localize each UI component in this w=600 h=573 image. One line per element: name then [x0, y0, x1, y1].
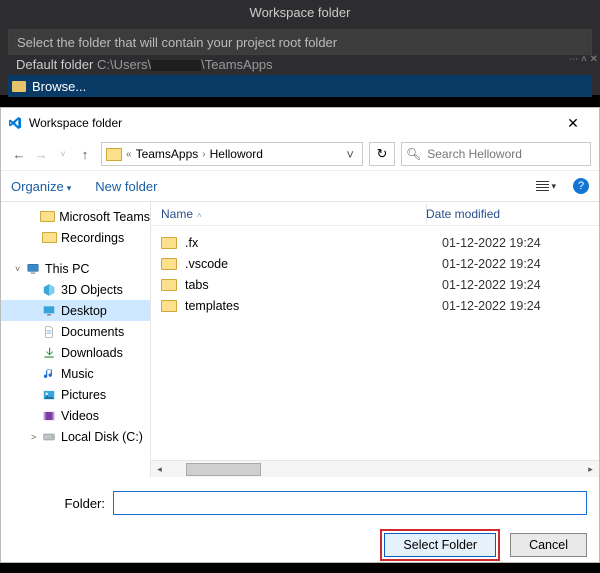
search-placeholder: Search Helloword [427, 147, 522, 161]
tree-item-downloads[interactable]: >Downloads [1, 342, 150, 363]
refresh-button[interactable]: ↻ [369, 142, 395, 166]
folder-icon [161, 237, 177, 249]
default-path-post: \TeamsApps [201, 57, 273, 72]
tree-item-music[interactable]: >Music [1, 363, 150, 384]
nav-tree[interactable]: >Microsoft Teams>Recordings ˅This PC>3D O… [1, 202, 151, 477]
tree-item-3d-objects[interactable]: >3D Objects [1, 279, 150, 300]
folder-dialog: Workspace folder ✕ ← → ˅ ↑ « TeamsApps ›… [0, 107, 600, 563]
vscode-browse-row[interactable]: Browse... [8, 75, 592, 97]
redacted-username [151, 60, 201, 71]
search-box[interactable]: 🔍︎ Search Helloword [401, 142, 591, 166]
folder-icon [106, 148, 122, 161]
select-folder-highlight: Select Folder [380, 529, 500, 561]
file-row[interactable]: tabs01-12-2022 19:24 [161, 274, 599, 295]
folder-icon [161, 258, 177, 270]
vscode-prompt: Select the folder that will contain your… [8, 29, 592, 55]
up-button[interactable]: ↑ [75, 144, 95, 164]
tree-item-videos[interactable]: >Videos [1, 405, 150, 426]
tree-item-pictures[interactable]: >Pictures [1, 384, 150, 405]
dialog-title-bar: Workspace folder ✕ [1, 108, 599, 138]
vscode-icon [7, 115, 23, 131]
search-icon: 🔍︎ [406, 147, 421, 161]
tree-item-local-disk-c-[interactable]: >Local Disk (C:) [1, 426, 150, 447]
folder-label: Folder: [13, 496, 113, 511]
new-folder-button[interactable]: New folder [95, 179, 157, 194]
column-headers: Name˄ Date modified [151, 202, 599, 226]
scroll-left[interactable]: ◂ [151, 462, 168, 477]
folder-icon [161, 300, 177, 312]
col-name[interactable]: Name˄ [161, 207, 426, 221]
default-folder-label: Default folder [16, 57, 93, 72]
scroll-right[interactable]: ▸ [582, 462, 599, 477]
col-date[interactable]: Date modified [426, 207, 566, 221]
scroll-thumb[interactable] [186, 463, 261, 476]
file-list[interactable]: .fx01-12-2022 19:24.vscode01-12-2022 19:… [151, 226, 599, 460]
tree-item-documents[interactable]: >Documents [1, 321, 150, 342]
select-folder-button[interactable]: Select Folder [384, 533, 496, 557]
organize-menu[interactable]: Organize [11, 179, 71, 194]
toolbar: Organize New folder ▾ ? [1, 170, 599, 202]
address-dropdown[interactable]: ˅ [342, 147, 358, 162]
file-row[interactable]: templates01-12-2022 19:24 [161, 295, 599, 316]
forward-button[interactable]: → [31, 144, 51, 164]
dialog-title: Workspace folder [29, 116, 122, 130]
close-button[interactable]: ✕ [553, 115, 593, 132]
vscode-default-row[interactable]: Default folder C:\Users\ \TeamsApps [8, 55, 592, 75]
body-area: >Microsoft Teams>Recordings ˅This PC>3D O… [1, 202, 599, 477]
vscode-title: Workspace folder [0, 0, 600, 25]
folder-icon [12, 81, 26, 92]
vscode-picker: Workspace folder Select the folder that … [0, 0, 600, 95]
file-row[interactable]: .fx01-12-2022 19:24 [161, 232, 599, 253]
tree-item-this-pc[interactable]: ˅This PC [1, 258, 150, 279]
view-mode-button[interactable]: ▾ [535, 177, 557, 195]
file-panel: Name˄ Date modified .fx01-12-2022 19:24.… [151, 202, 599, 477]
browse-label: Browse... [32, 79, 86, 94]
address-bar[interactable]: « TeamsApps › Helloword ˅ [101, 142, 363, 166]
crumb-1[interactable]: Helloword [206, 147, 267, 161]
cancel-button[interactable]: Cancel [510, 533, 587, 557]
back-button[interactable]: ← [9, 144, 29, 164]
h-scrollbar[interactable]: ◂ ▸ [151, 460, 599, 477]
tree-item-microsoft-teams[interactable]: >Microsoft Teams [1, 206, 150, 227]
folder-icon [161, 279, 177, 291]
help-button[interactable]: ? [573, 178, 589, 194]
recent-dropdown[interactable]: ˅ [53, 144, 73, 164]
default-path-pre: C:\Users\ [97, 57, 151, 72]
tree-item-recordings[interactable]: >Recordings [1, 227, 150, 248]
file-row[interactable]: .vscode01-12-2022 19:24 [161, 253, 599, 274]
vscode-panel-controls: ⋯ ˄ ✕ [568, 55, 598, 65]
crumb-0[interactable]: TeamsApps [132, 147, 203, 161]
folder-input[interactable] [113, 491, 587, 515]
sort-asc-icon: ˄ [197, 211, 202, 220]
nav-bar: ← → ˅ ↑ « TeamsApps › Helloword ˅ ↻ 🔍︎ S… [1, 138, 599, 170]
dialog-footer: Folder: Select Folder Cancel [1, 477, 599, 573]
tree-item-desktop[interactable]: >Desktop [1, 300, 150, 321]
